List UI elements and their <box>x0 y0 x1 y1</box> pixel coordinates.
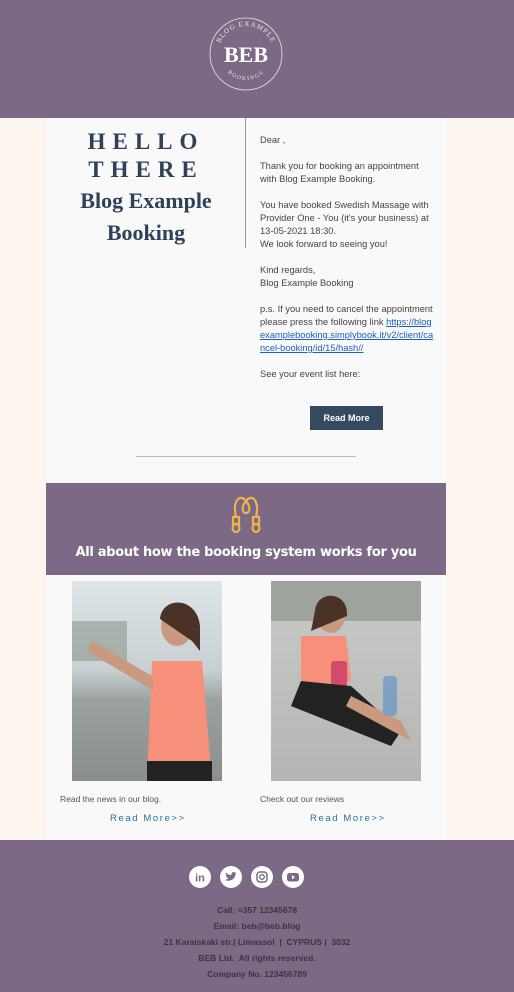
address: 21 Karaiskaki str.| Limassol | CYPRUS | … <box>163 937 351 947</box>
paragraph: p.s. If you need to cancel the appointme… <box>260 303 436 355</box>
hero-line: Blog Example <box>80 188 212 213</box>
blog-photo[interactable] <box>72 581 222 781</box>
beb-logo: BLOG EXAMPLE BOOKINGS BEB <box>209 17 283 91</box>
contact-info: Call: =357 12345678 Email: beb@beb.blog … <box>0 902 514 982</box>
divider <box>136 456 356 457</box>
footer: in Call: =357 12345678 Email: beb@beb.bl… <box>0 840 514 992</box>
letter-text: Dear , Thank you for booking an appointm… <box>260 134 436 394</box>
svg-text:BEB: BEB <box>224 42 268 67</box>
card-caption: Check out our reviews <box>260 794 345 804</box>
booking-details: You have booked Swedish Massage with Pro… <box>260 200 429 236</box>
hero-line: Booking <box>106 220 186 245</box>
hero-title: HELLO THERE Blog Example Booking <box>46 128 246 248</box>
instagram-icon[interactable] <box>251 866 273 888</box>
banner-title: All about how the booking system works f… <box>75 545 417 560</box>
greeting: Dear , <box>260 135 286 145</box>
text: We look forward to seeing you! <box>260 239 388 249</box>
youtube-icon[interactable] <box>282 866 304 888</box>
email: Email: beb@beb.blog <box>213 921 301 931</box>
phone: Call: =357 12345678 <box>216 905 298 915</box>
hero-line: THERE <box>88 157 204 182</box>
read-more-link[interactable]: Read More>> <box>110 813 186 824</box>
reviews-photo[interactable] <box>271 581 421 781</box>
card-caption: Read the news in our blog. <box>60 794 162 804</box>
text: Kind regards, <box>260 265 316 275</box>
banner: All about how the booking system works f… <box>46 483 446 575</box>
read-more-link[interactable]: Read More>> <box>310 813 386 824</box>
read-more-button[interactable]: Read More <box>310 406 383 430</box>
email-body: HELLO THERE Blog Example Booking Dear , … <box>46 118 446 840</box>
paragraph: Kind regards, Blog Example Booking <box>260 264 436 290</box>
paragraph: You have booked Swedish Massage with Pro… <box>260 199 436 251</box>
hero-line: HELLO <box>87 129 205 154</box>
divider <box>245 118 246 248</box>
linkedin-icon[interactable]: in <box>189 866 211 888</box>
svg-text:BOOKINGS: BOOKINGS <box>226 69 265 82</box>
header: BLOG EXAMPLE BOOKINGS BEB <box>0 0 514 118</box>
text: Blog Example Booking <box>260 278 354 288</box>
company-number: Company No. 123456789 <box>207 969 307 979</box>
paragraph: See your event list here: <box>260 369 361 379</box>
social-links: in <box>189 866 304 888</box>
paragraph: Thank you for booking an appointment wit… <box>260 161 419 184</box>
twitter-icon[interactable] <box>220 866 242 888</box>
jump-rope-icon <box>231 496 261 533</box>
copyright: BEB Ltd. All rights reserved. <box>198 953 316 963</box>
svg-text:in: in <box>195 873 205 885</box>
svg-text:BLOG EXAMPLE: BLOG EXAMPLE <box>215 20 278 44</box>
